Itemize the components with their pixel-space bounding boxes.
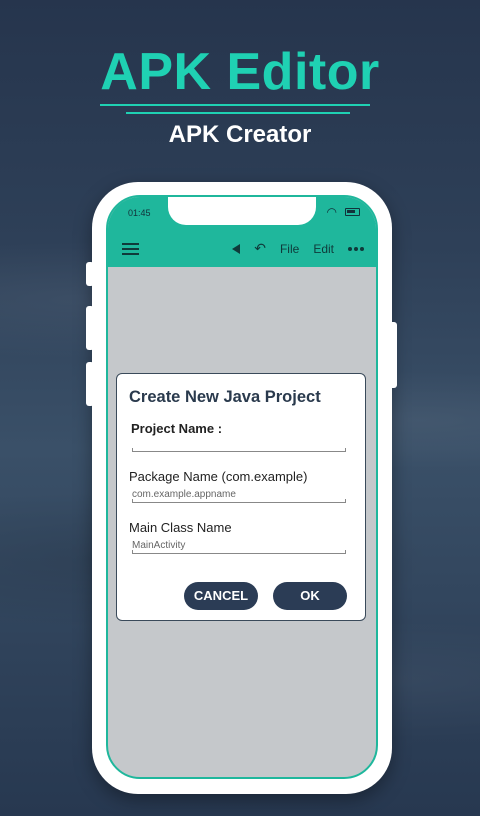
phone-volume-up-button <box>86 306 94 350</box>
package-name-input[interactable]: com.example.appname <box>132 489 346 503</box>
status-icons: ◠ <box>327 205 360 219</box>
dialog-title: Create New Java Project <box>129 388 321 406</box>
hero-title: APK Editor <box>100 43 380 101</box>
toolbar: ↶ File Edit <box>108 237 376 263</box>
title-underline-secondary <box>126 112 350 114</box>
phone-volume-button <box>86 262 94 286</box>
app-bar: 01:45 ◠ ↶ File Edit <box>108 197 376 267</box>
ok-button[interactable]: OK <box>273 582 347 610</box>
battery-icon <box>345 208 360 216</box>
cancel-button[interactable]: CANCEL <box>184 582 258 610</box>
undo-icon[interactable]: ↶ <box>254 240 266 257</box>
status-time: 01:45 <box>128 208 151 218</box>
toolbar-actions: ↶ File Edit <box>232 240 364 257</box>
menu-icon[interactable] <box>122 243 139 255</box>
project-name-input[interactable] <box>132 438 346 452</box>
hero-subtitle: APK Creator <box>168 121 312 148</box>
main-class-input[interactable]: MainActivity <box>132 540 346 554</box>
file-menu[interactable]: File <box>280 242 299 256</box>
more-icon[interactable] <box>348 246 364 251</box>
phone-notch <box>168 197 316 225</box>
title-underline <box>100 104 370 106</box>
edit-menu[interactable]: Edit <box>313 242 334 256</box>
main-class-label: Main Class Name <box>129 520 232 535</box>
phone-volume-down-button <box>86 362 94 406</box>
project-name-label: Project Name : <box>131 421 223 436</box>
wifi-icon: ◠ <box>326 205 337 219</box>
phone-power-button <box>389 322 397 388</box>
package-name-label: Package Name (com.example) <box>129 469 308 484</box>
create-project-dialog: Create New Java Project Project Name : P… <box>116 373 366 621</box>
play-icon[interactable] <box>232 243 241 254</box>
